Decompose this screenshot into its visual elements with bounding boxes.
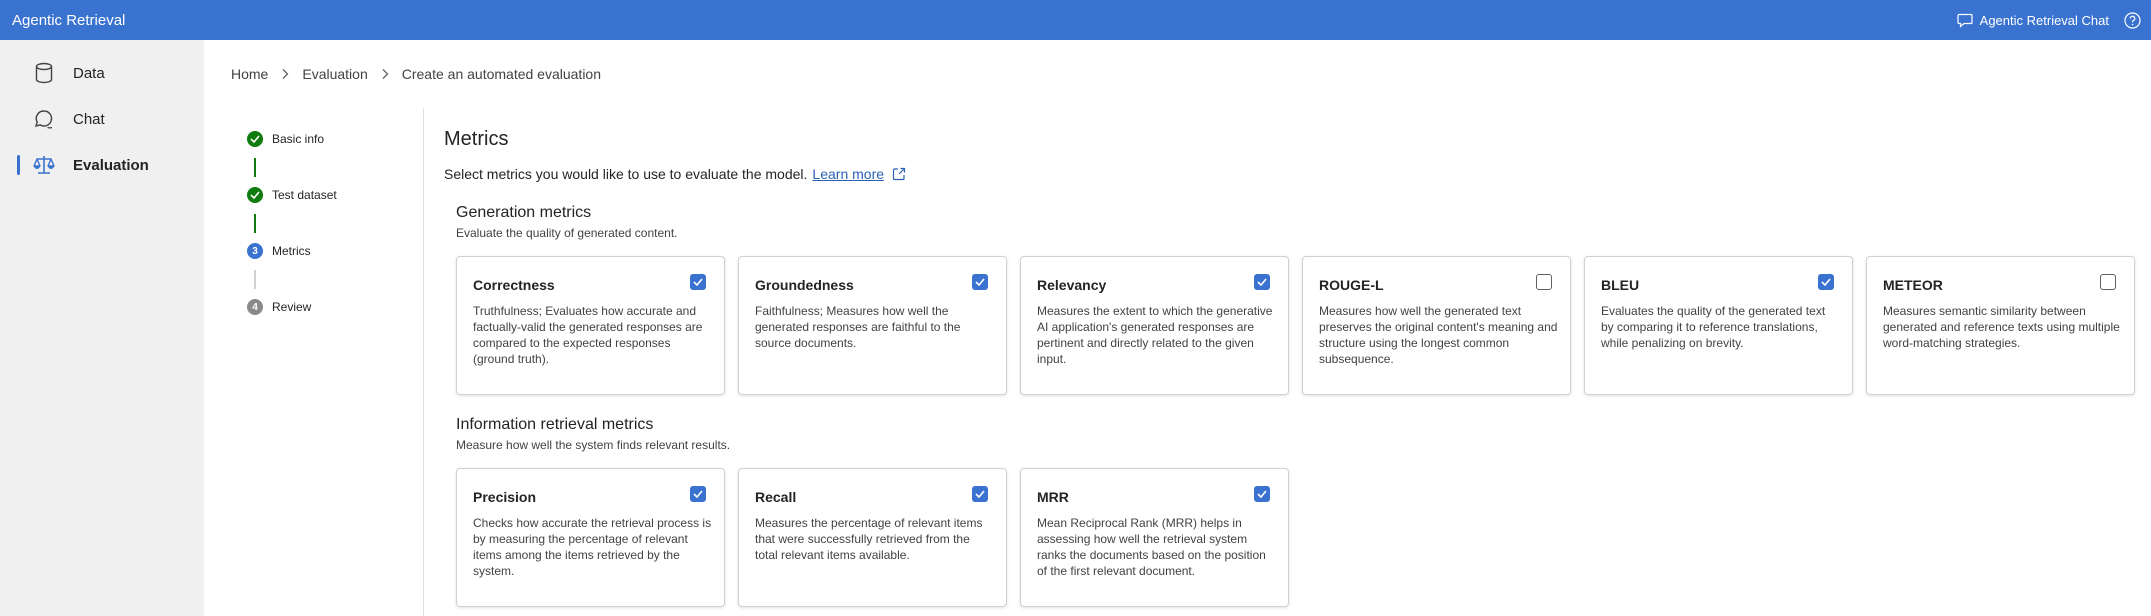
top-bar-actions: Agentic Retrieval Chat [1957,0,2141,40]
checkbox-unchecked-icon[interactable] [2100,274,2116,290]
generation-metrics-cards: Correctness Truthfulness; Evaluates how … [456,256,2135,395]
checkbox-checked-icon[interactable] [1818,274,1834,290]
card-description: Measures semantic similarity between gen… [1883,304,2120,350]
help-icon [2123,11,2141,29]
active-indicator [17,155,20,175]
checkbox-checked-icon[interactable] [690,274,706,290]
section-title: Generation metrics [456,204,592,221]
card-title: Precision [473,489,537,505]
step-number: 3 [247,243,263,259]
step-connector [254,270,256,289]
page-description: Select metrics you would like to use to … [444,166,906,182]
sidebar: Data Chat Evaluation [0,40,204,616]
agentic-retrieval-chat-button[interactable]: Agentic Retrieval Chat [1957,13,2109,28]
card-description: Faithfulness; Measures how well the gene… [755,304,961,350]
checkmark-icon [247,131,263,147]
checkmark-icon [247,187,263,203]
main-content: Metrics Select metrics you would like to… [444,128,906,182]
checkbox-checked-icon[interactable] [972,274,988,290]
checkbox-checked-icon[interactable] [972,486,988,502]
card-description: Measures the percentage of relevant item… [755,516,983,562]
page-description-text: Select metrics you would like to use to … [444,166,808,182]
page-title: Metrics [444,128,509,150]
scales-icon [32,153,56,177]
learn-more-link[interactable]: Learn more [812,166,884,182]
external-link-icon[interactable] [892,167,906,181]
card-title: Recall [755,489,797,505]
checkbox-checked-icon[interactable] [1254,274,1270,290]
step-label: Metrics [272,244,311,258]
chat-icon [1957,13,1973,28]
sidebar-item-evaluation[interactable]: Evaluation [0,142,204,188]
card-title: BLEU [1601,277,1640,293]
checkbox-unchecked-icon[interactable] [1536,274,1552,290]
step-basic-info[interactable]: Basic info [247,128,407,184]
card-title: Groundedness [755,277,854,293]
section-title: Information retrieval metrics [456,416,654,433]
metric-card-precision[interactable]: Precision Checks how accurate the retrie… [456,468,725,607]
card-description: Mean Reciprocal Rank (MRR) helps in asse… [1037,516,1266,578]
chat-icon [32,107,56,131]
step-connector [254,158,256,177]
step-label: Test dataset [272,188,337,202]
top-bar: Agentic Retrieval Agentic Retrieval Chat [0,0,2151,40]
section-subtitle: Evaluate the quality of generated conten… [456,226,678,240]
chevron-right-icon [281,68,289,80]
metric-card-bleu[interactable]: BLEU Evaluates the quality of the genera… [1584,256,1853,395]
card-description: Checks how accurate the retrieval proces… [473,516,712,578]
metric-card-meteor[interactable]: METEOR Measures semantic similarity betw… [1866,256,2135,395]
checkbox-checked-icon[interactable] [690,486,706,502]
metric-card-rouge-l[interactable]: ROUGE-L Measures how well the generated … [1302,256,1571,395]
retrieval-metrics-cards: Precision Checks how accurate the retrie… [456,468,1289,607]
card-title: MRR [1037,489,1069,505]
breadcrumb-evaluation[interactable]: Evaluation [302,66,367,82]
step-label: Review [272,300,312,314]
card-title: METEOR [1883,277,1943,293]
step-review[interactable]: 4 Review [247,296,407,352]
metric-card-relevancy[interactable]: Relevancy Measures the extent to which t… [1020,256,1289,395]
metric-card-recall[interactable]: Recall Measures the percentage of releva… [738,468,1007,607]
help-button[interactable] [2123,11,2141,29]
generation-metrics-section: Generation metrics Evaluate the quality … [456,204,678,240]
card-description: Truthfulness; Evaluates how accurate and… [473,304,703,366]
sidebar-item-data[interactable]: Data [0,50,204,96]
app-title: Agentic Retrieval [12,11,126,29]
metric-card-groundedness[interactable]: Groundedness Faithfulness; Measures how … [738,256,1007,395]
metric-card-mrr[interactable]: MRR Mean Reciprocal Rank (MRR) helps in … [1020,468,1289,607]
step-label: Basic info [272,132,325,146]
section-subtitle: Measure how well the system finds releva… [456,438,731,452]
database-icon [32,61,56,85]
checkbox-checked-icon[interactable] [1254,486,1270,502]
breadcrumb-home[interactable]: Home [231,66,268,82]
breadcrumb-current: Create an automated evaluation [401,66,601,82]
card-title: ROUGE-L [1319,277,1384,293]
step-metrics[interactable]: 3 Metrics [247,240,407,296]
metric-card-correctness[interactable]: Correctness Truthfulness; Evaluates how … [456,256,725,395]
sidebar-item-label: Evaluation [73,156,149,174]
sidebar-item-label: Data [73,64,105,82]
step-test-dataset[interactable]: Test dataset [247,184,407,240]
card-title: Relevancy [1037,277,1107,293]
step-number: 4 [247,299,263,315]
divider [423,108,424,616]
step-connector [254,214,256,233]
wizard-stepper: Basic info Test dataset 3 Metrics 4 Revi… [247,128,407,352]
card-description: Evaluates the quality of the generated t… [1601,304,1826,350]
card-description: Measures the extent to which the generat… [1037,304,1273,366]
retrieval-metrics-section: Information retrieval metrics Measure ho… [456,416,730,452]
card-description: Measures how well the generated text pre… [1319,304,1558,366]
sidebar-item-chat[interactable]: Chat [0,96,204,142]
chevron-right-icon [381,68,389,80]
card-title: Correctness [473,277,555,293]
sidebar-item-label: Chat [73,110,105,128]
breadcrumb: Home Evaluation Create an automated eval… [231,66,601,82]
chat-link-label: Agentic Retrieval Chat [1979,12,2109,28]
